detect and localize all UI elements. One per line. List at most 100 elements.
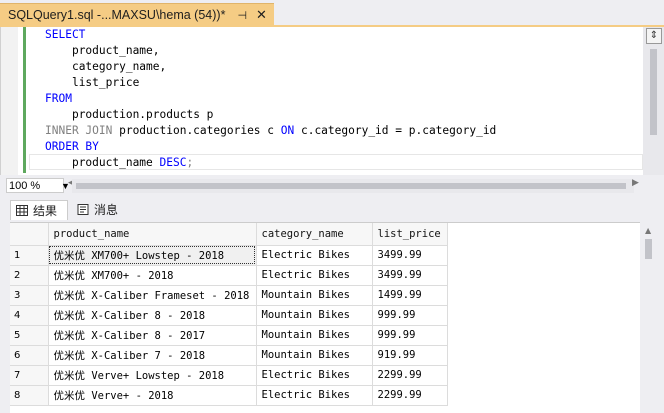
tab-results-label: 结果 <box>33 204 58 218</box>
results-scroll-thumb[interactable] <box>645 239 652 259</box>
scroll-right-icon[interactable]: ▶ <box>632 178 639 188</box>
cell-category-name[interactable]: Electric Bikes <box>256 245 373 266</box>
sql-editor[interactable]: SELECT product_name, category_name, list… <box>0 27 645 175</box>
split-window-icon[interactable]: ⇕ <box>646 28 662 44</box>
sql-text: production.categories c <box>112 124 281 137</box>
row-number[interactable]: 3 <box>10 285 49 306</box>
grid-icon <box>16 205 28 216</box>
cell-list-price[interactable]: 919.99 <box>372 345 448 366</box>
cell-category-name[interactable]: Mountain Bikes <box>256 325 373 346</box>
table-row[interactable]: 3 优米优 X-Caliber Frameset - 2018 Mountain B… <box>10 285 448 306</box>
cell-category-name[interactable]: Mountain Bikes <box>256 345 373 366</box>
row-number[interactable]: 7 <box>10 365 49 386</box>
row-number[interactable]: 4 <box>10 305 49 326</box>
editor-status-row: 100 % ▼ ◀ ▶ <box>0 176 664 196</box>
cell-list-price[interactable]: 3499.99 <box>372 265 448 286</box>
row-number[interactable]: 6 <box>10 345 49 366</box>
cell-category-name[interactable]: Mountain Bikes <box>256 305 373 326</box>
cell-category-name[interactable]: Electric Bikes <box>256 385 373 406</box>
change-indicator-bar <box>23 27 26 173</box>
cell-list-price[interactable]: 3499.99 <box>372 245 448 266</box>
sql-text: product_name <box>71 156 160 169</box>
sql-indent <box>45 60 72 73</box>
cell-product-name[interactable]: 优米优 XM700+ - 2018 <box>48 265 257 286</box>
table-row[interactable]: 7 优米优 Verve+ Lowstep - 2018 Electric Bikes… <box>10 365 448 386</box>
tab-results[interactable]: 结果 <box>10 200 68 220</box>
code-line[interactable]: SELECT <box>45 27 85 43</box>
row-number[interactable]: 8 <box>10 385 49 406</box>
table-row[interactable]: 2 优米优 XM700+ - 2018 Electric Bikes 3499.99 <box>10 265 448 286</box>
zoom-value: 100 % <box>9 180 41 192</box>
cell-product-name[interactable]: 优米优 X-Caliber 8 - 2017 <box>48 325 257 346</box>
horizontal-scroll-thumb[interactable] <box>76 183 626 189</box>
code-line[interactable]: category_name, <box>45 59 166 75</box>
cell-list-price[interactable]: 2299.99 <box>372 365 448 386</box>
results-vertical-scrollbar[interactable]: ▲ <box>640 222 664 412</box>
row-number[interactable]: 1 <box>10 245 49 266</box>
code-line[interactable]: INNER JOIN production.categories c ON c.… <box>45 123 496 139</box>
sql-text: list_price <box>71 76 140 89</box>
close-icon[interactable]: ✕ <box>256 7 267 23</box>
document-tab-strip: SQLQuery1.sql -...MAXSU\hema (54))* ⊣ ✕ <box>0 0 664 27</box>
sql-keyword: ORDER BY <box>45 140 99 153</box>
sql-text: production.products p <box>71 108 214 121</box>
grid-header-row: product_name category_name list_price <box>10 223 448 246</box>
editor-vertical-scrollbar[interactable]: ⇕ <box>643 27 664 175</box>
sql-indent <box>45 156 72 169</box>
zoom-select[interactable]: 100 % ▼ <box>6 178 70 193</box>
cell-product-name[interactable]: 优米优 X-Caliber 7 - 2018 <box>48 345 257 366</box>
code-line[interactable]: FROM <box>45 91 72 107</box>
cell-list-price[interactable]: 1499.99 <box>372 285 448 306</box>
cell-product-name[interactable]: 优米优 Verve+ - 2018 <box>48 385 257 406</box>
code-line[interactable]: product_name DESC; <box>45 155 193 171</box>
sql-keyword: FROM <box>45 92 72 105</box>
table-row[interactable]: 6 优米优 X-Caliber 7 - 2018 Mountain Bikes 919… <box>10 345 448 366</box>
cell-product-name[interactable]: 优米优 Verve+ Lowstep - 2018 <box>48 365 257 386</box>
code-line[interactable]: production.products p <box>45 107 213 123</box>
cell-list-price[interactable]: 999.99 <box>372 305 448 326</box>
row-number[interactable]: 2 <box>10 265 49 286</box>
pin-icon[interactable]: ⊣ <box>237 9 247 22</box>
cell-product-name[interactable]: 优米优 X-Caliber Frameset - 2018 <box>48 285 257 306</box>
cell-category-name[interactable]: Electric Bikes <box>256 365 373 386</box>
document-tab[interactable]: SQLQuery1.sql -...MAXSU\hema (54))* ⊣ ✕ <box>0 3 274 26</box>
row-number-header[interactable] <box>10 223 49 246</box>
results-tab-strip: 结果 消息 <box>0 198 664 222</box>
code-line[interactable]: ORDER BY <box>45 139 99 155</box>
sql-keyword: ON <box>280 124 295 137</box>
sql-keyword: INNER JOIN <box>45 124 113 137</box>
table-row[interactable]: 8 优米优 Verve+ - 2018 Electric Bikes 2299.99 <box>10 385 448 406</box>
table-row[interactable]: 4 优米优 X-Caliber 8 - 2018 Mountain Bikes 999… <box>10 305 448 326</box>
results-grid[interactable]: product_name category_name list_price 1优… <box>10 222 640 413</box>
document-tab-title: SQLQuery1.sql -...MAXSU\hema (54))* <box>8 8 226 22</box>
tab-messages[interactable]: 消息 <box>72 200 128 220</box>
sql-keyword: SELECT <box>45 28 86 41</box>
table-row[interactable]: 5 优米优 X-Caliber 8 - 2017 Mountain Bikes 999… <box>10 325 448 346</box>
sql-text: product_name, <box>71 44 160 57</box>
cell-list-price[interactable]: 2299.99 <box>372 385 448 406</box>
cell-category-name[interactable]: Mountain Bikes <box>256 285 373 306</box>
code-line[interactable]: product_name, <box>45 43 160 59</box>
sql-punctuation: ; <box>186 156 194 169</box>
sql-indent <box>45 76 72 89</box>
editor-scroll-thumb[interactable] <box>650 49 657 135</box>
code-line[interactable]: list_price <box>45 75 139 91</box>
sql-indent <box>45 108 72 121</box>
row-number[interactable]: 5 <box>10 325 49 346</box>
editor-margin <box>1 27 18 175</box>
scroll-up-icon[interactable]: ▲ <box>645 226 651 235</box>
sql-text: c.category_id = p.category_id <box>294 124 497 137</box>
cell-product-name[interactable]: 优米优 XM700+ Lowstep - 2018 <box>48 245 257 266</box>
results-table: product_name category_name list_price 1优… <box>10 223 448 406</box>
sql-indent <box>45 44 72 57</box>
column-header[interactable]: category_name <box>256 223 373 246</box>
message-icon <box>77 204 89 215</box>
cell-category-name[interactable]: Electric Bikes <box>256 265 373 286</box>
table-row[interactable]: 1 优米优 XM700+ Lowstep - 2018 Electric Bikes… <box>10 245 448 266</box>
cell-list-price[interactable]: 999.99 <box>372 325 448 346</box>
tab-messages-label: 消息 <box>94 203 119 217</box>
column-header[interactable]: product_name <box>48 223 257 246</box>
cell-product-name[interactable]: 优米优 X-Caliber 8 - 2018 <box>48 305 257 326</box>
sql-keyword: DESC <box>159 156 187 169</box>
column-header[interactable]: list_price <box>372 223 448 246</box>
